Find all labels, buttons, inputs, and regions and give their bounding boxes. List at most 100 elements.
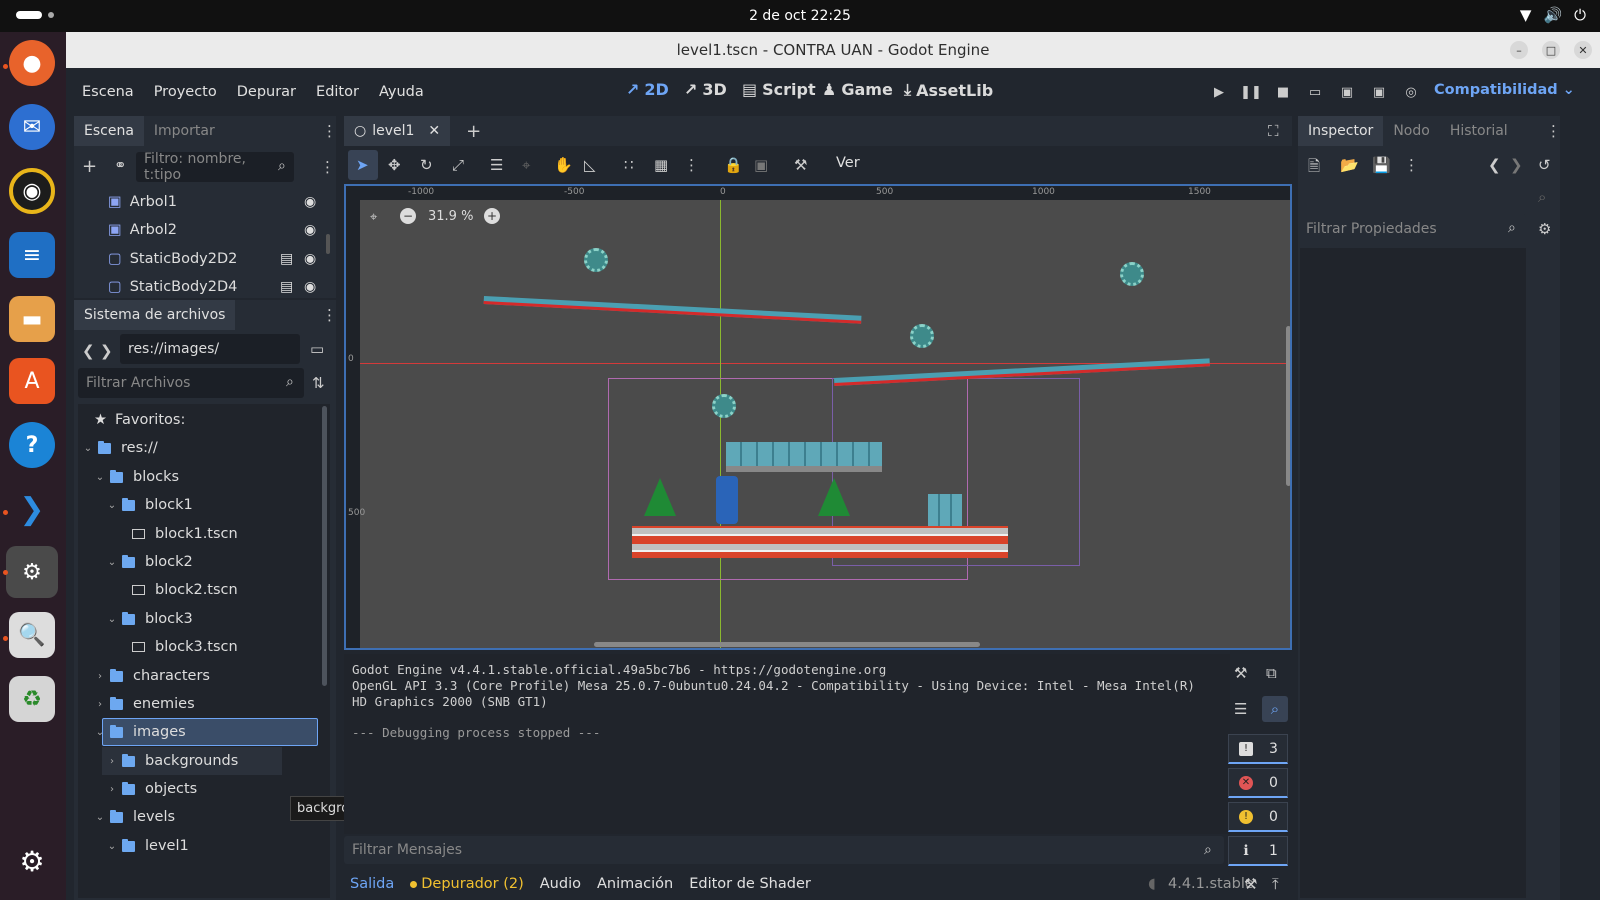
show-apps-icon[interactable]: ⚙ (9, 838, 55, 884)
workspace-2d-button[interactable]: ↗ 2D (626, 80, 669, 99)
play-scene-icon[interactable]: ▣ (1336, 81, 1358, 103)
ruler-mode-icon[interactable]: ◺ (584, 156, 596, 174)
2d-viewport[interactable]: -1000 -500 0 500 1000 1500 0 500 ⌖ − 31.… (344, 184, 1292, 650)
output-log[interactable]: Godot Engine v4.4.1.stable.official.49a5… (344, 654, 1230, 834)
help-icon[interactable]: ? (9, 422, 55, 468)
back-icon[interactable]: ❮ (82, 342, 95, 360)
settings-icon[interactable]: ⚙ (6, 546, 58, 598)
collectible-sprite[interactable] (712, 394, 736, 418)
tab-depurador[interactable]: Depurador (2) (410, 876, 524, 892)
path-input[interactable]: res://images/ (120, 334, 300, 364)
tree-node-staticbody2d2[interactable]: ▢ StaticBody2D2 (108, 245, 237, 273)
folder-blocks[interactable]: ⌄ blocks (94, 463, 179, 491)
favorites-label[interactable]: ★ Favoritos: (94, 406, 185, 434)
sort-icon[interactable]: ⇅ (312, 374, 325, 392)
window-titlebar[interactable]: level1.tscn - CONTRA UAN - Godot Engine … (66, 32, 1600, 68)
filter-options-icon[interactable]: ⚙ (1538, 220, 1551, 238)
smart-snap-icon[interactable]: ∷ (624, 156, 634, 174)
pivot-icon[interactable]: ⌖ (522, 156, 530, 174)
scene-filter-input[interactable]: Filtro: nombre, t:tipo (136, 151, 294, 183)
scene-instance-icon[interactable]: ▤ (280, 251, 293, 267)
new-resource-icon[interactable]: 🗎 (1308, 156, 1320, 181)
folder-objects[interactable]: › objects (106, 775, 197, 803)
rotate-mode-icon[interactable]: ↻ (420, 156, 433, 174)
folder-backgrounds[interactable]: › backgrounds (106, 747, 238, 775)
properties-filter-input[interactable]: Filtrar Propiedades (1298, 214, 1526, 244)
collectible-sprite[interactable] (910, 324, 934, 348)
kebab-menu-icon[interactable]: ⋮ (320, 158, 335, 176)
folder-block2[interactable]: ⌄ block2 (106, 548, 193, 576)
menu-escena[interactable]: Escena (78, 84, 138, 100)
close-button[interactable]: ✕ (1574, 41, 1592, 59)
tree-sprite[interactable] (644, 478, 676, 516)
scale-mode-icon[interactable]: ⤢ (452, 156, 464, 174)
link-icon[interactable]: ⚭ (114, 156, 127, 174)
add-node-button[interactable]: + (82, 156, 97, 177)
menu-proyecto[interactable]: Proyecto (150, 84, 221, 100)
object-search-icon[interactable]: ⌕ (1538, 188, 1546, 206)
tab-importar[interactable]: Importar (144, 116, 225, 146)
search-toggle-icon[interactable]: ⌕ (1262, 696, 1288, 722)
kebab-menu-icon[interactable]: ⋮ (684, 156, 699, 174)
folder-level1[interactable]: ⌄ level1 (106, 832, 189, 860)
trash-icon[interactable]: ♻ (9, 676, 55, 722)
brick-block[interactable] (928, 494, 962, 526)
tab-nodo[interactable]: Nodo (1383, 116, 1440, 146)
writer-icon[interactable]: ≡ (9, 232, 55, 278)
history-forward-icon[interactable]: ❯ (1510, 156, 1523, 174)
version-label[interactable]: 4.4.1.stable (1168, 876, 1254, 892)
app-center-icon[interactable]: A (9, 358, 55, 404)
warnings-filter[interactable]: ! 0 (1228, 802, 1288, 832)
firefox-icon[interactable]: ● (9, 40, 55, 86)
files-filter-input[interactable]: Filtrar Archivos (78, 368, 304, 398)
pin-icon[interactable]: ⚒ (1244, 875, 1257, 893)
movie-maker-icon[interactable]: ◎ (1400, 81, 1422, 103)
expand-panel-icon[interactable]: ⤒ (1272, 875, 1279, 893)
folder-block3[interactable]: ⌄ block3 (106, 605, 193, 633)
messages-filter-input[interactable]: Filtrar Mensajes (344, 836, 1224, 864)
scrollbar[interactable] (322, 406, 327, 686)
activities-button[interactable] (16, 11, 54, 19)
workspace-3d-button[interactable]: ↗ 3D (684, 80, 727, 99)
scene-instance-icon[interactable]: ▤ (280, 279, 293, 295)
vertical-ruler[interactable] (346, 186, 360, 648)
tab-inspector[interactable]: Inspector (1298, 116, 1384, 146)
center-view-icon[interactable]: ⌖ (370, 210, 377, 225)
zoom-level[interactable]: 31.9 % (428, 209, 473, 224)
pan-mode-icon[interactable]: ✋ (554, 156, 573, 174)
menu-editor[interactable]: Editor (312, 84, 363, 100)
sloped-platform[interactable] (483, 296, 862, 324)
play-button[interactable]: ▶ (1208, 81, 1230, 103)
minimize-button[interactable]: – (1510, 41, 1528, 59)
clock[interactable]: 2 de oct 22:25 (749, 8, 851, 24)
split-view-icon[interactable]: ▭ (310, 340, 324, 358)
collectible-sprite[interactable] (1120, 262, 1144, 286)
file-block2-tscn[interactable]: block2.tscn (132, 576, 238, 604)
rhythmbox-icon[interactable]: ◉ (9, 168, 55, 214)
horizontal-scrollbar[interactable] (594, 642, 980, 647)
brick-block[interactable] (726, 442, 882, 472)
workspace-script-button[interactable]: ▤ Script (742, 80, 816, 99)
search-icon[interactable]: 🔍 (9, 612, 55, 658)
add-tab-button[interactable]: + (466, 121, 481, 142)
tab-animacion[interactable]: Animación (597, 876, 673, 892)
errors-filter[interactable]: ✕ 0 (1228, 768, 1288, 798)
history-back-icon[interactable]: ❮ (1488, 156, 1501, 174)
horizontal-ruler[interactable] (346, 186, 1290, 200)
folder-block1[interactable]: ⌄ block1 (106, 491, 193, 519)
player-sprite[interactable] (716, 476, 738, 524)
kebab-menu-icon[interactable]: ⋮ (322, 306, 337, 324)
tree-node-arbol2[interactable]: ▣ Arbol2 (108, 216, 177, 244)
files-icon[interactable]: ▬ (9, 296, 55, 342)
folder-levels[interactable]: ⌄ levels (94, 803, 175, 831)
close-tab-icon[interactable]: ✕ (428, 123, 440, 139)
copy-output-icon[interactable]: ⧉ (1266, 664, 1277, 682)
remote-debug-icon[interactable]: ▭ (1304, 81, 1326, 103)
visibility-eye-icon[interactable]: ◉ (304, 279, 316, 295)
kebab-menu-icon[interactable]: ⋮ (322, 122, 337, 140)
zoom-out-button[interactable]: − (400, 208, 416, 224)
pause-button[interactable]: ❚❚ (1240, 81, 1262, 103)
distraction-free-icon[interactable]: ⛶ (1268, 122, 1279, 140)
lock-icon[interactable]: 🔒 (724, 156, 743, 174)
menu-ayuda[interactable]: Ayuda (375, 84, 428, 100)
